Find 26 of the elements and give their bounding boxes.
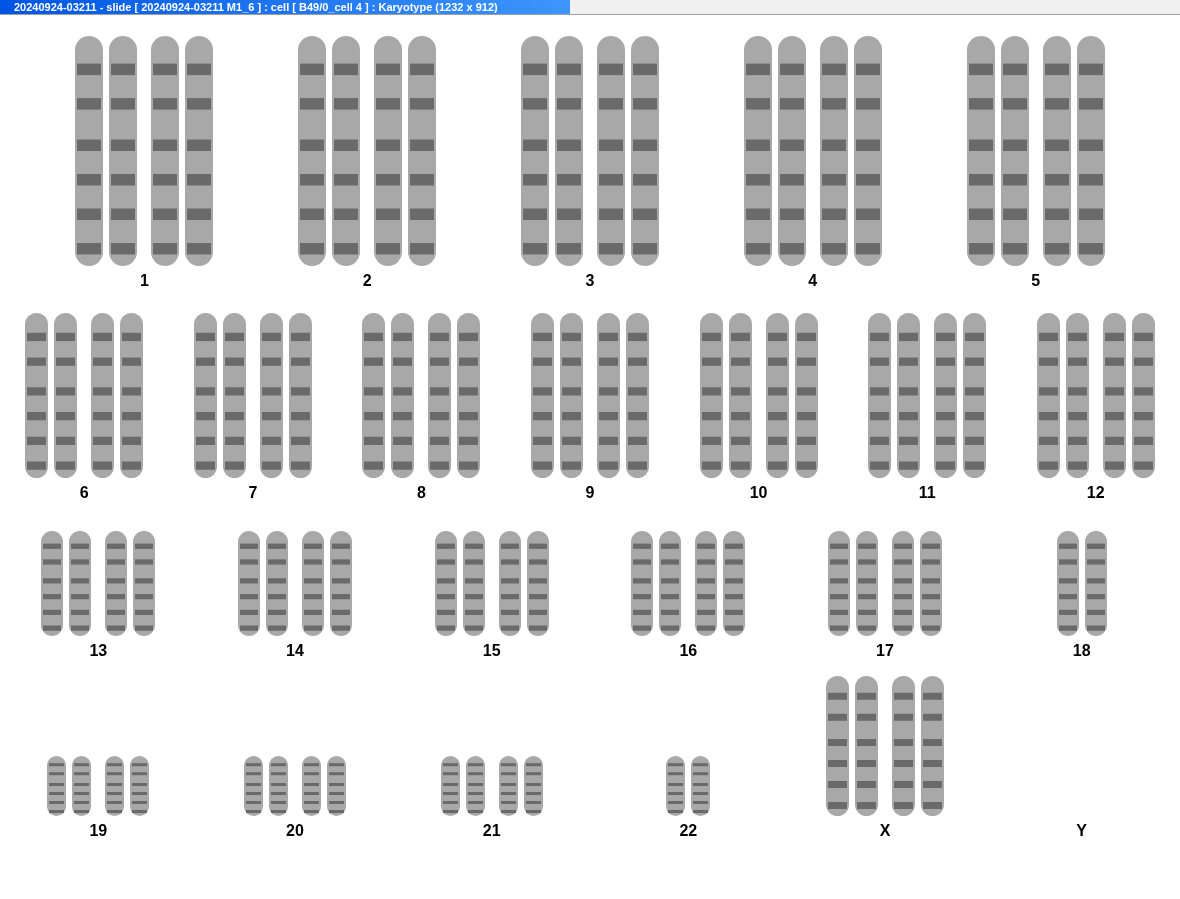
chromosome-label: X (879, 822, 891, 840)
chromosome-label: 14 (286, 642, 304, 660)
chromosome-label: 20 (286, 822, 304, 840)
chromosome-label: 3 (585, 272, 595, 290)
chromosome-label: 17 (876, 642, 894, 660)
chromosome-label: 10 (749, 484, 768, 502)
chromosome-label: Y (1076, 822, 1087, 840)
chromosome-label: 19 (89, 822, 108, 840)
chromosome-label: 13 (89, 642, 108, 660)
chromosome-label: 1 (139, 272, 149, 290)
chromosome-label: 4 (808, 272, 818, 290)
chromosome-label: 8 (416, 484, 426, 502)
chromosome-label: 15 (482, 642, 501, 660)
chromosome-drawing (666, 756, 711, 816)
chromosome-label: 16 (679, 642, 698, 660)
chromosome-label: 22 (679, 822, 698, 840)
chromosome-label: 5 (1031, 272, 1041, 290)
chromosome-label: 6 (79, 484, 89, 502)
chromosome-label: 2 (362, 272, 372, 290)
chromosome-label: 18 (1072, 642, 1091, 660)
chromosome-label: 9 (585, 484, 595, 502)
chromosome-label: 11 (918, 484, 936, 502)
chromosome-label: 7 (248, 484, 258, 502)
chromosome-label: 21 (482, 822, 501, 840)
window-title: 20240924-03211 - slide [ 20240924-03211 M1_6 ] : cell [ B49/0_cell 4 ] : Karyotype (1232 x 912) (0, 0, 570, 14)
chromosome-label: 12 (1086, 484, 1105, 502)
